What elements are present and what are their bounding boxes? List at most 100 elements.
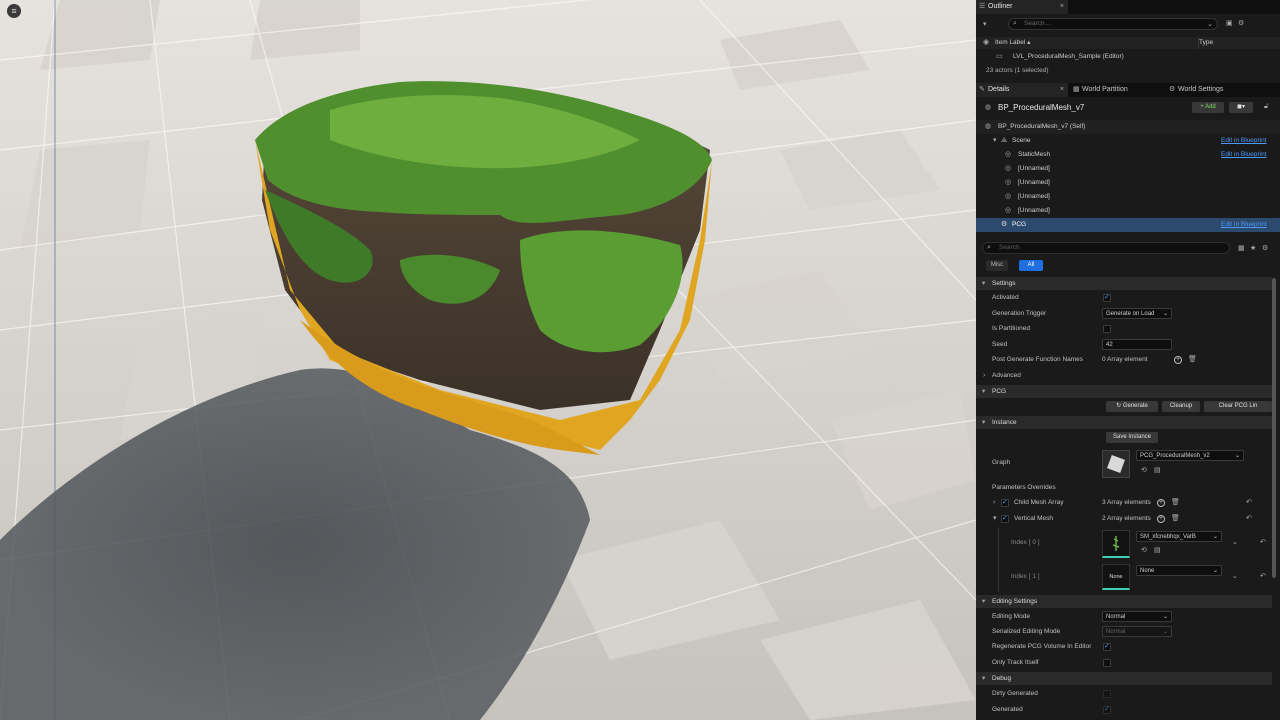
mesh-thumbnail[interactable] (1102, 530, 1130, 558)
chevron-down-icon[interactable]: ⌄ (1232, 570, 1238, 584)
child-mesh-override-checkbox[interactable] (1001, 496, 1009, 510)
settings-gear-icon[interactable]: ⚙ (1262, 244, 1268, 252)
chevron-down-icon[interactable]: ⌄ (1232, 536, 1238, 550)
component-icon: ◎ (1005, 165, 1012, 172)
component-row-unnamed[interactable]: ◎ [Unnamed] (976, 190, 1280, 204)
use-selected-icon[interactable]: ⟲ (1141, 544, 1147, 558)
component-row-scene[interactable]: ▾ ⟁ Scene Edit in Blueprint (976, 134, 1280, 148)
add-element-icon[interactable]: + (1174, 356, 1182, 364)
add-element-icon[interactable]: + (1157, 515, 1165, 523)
component-row-unnamed[interactable]: ◎ [Unnamed] (976, 204, 1280, 218)
use-selected-icon[interactable]: ⟲ (1141, 464, 1147, 478)
index1-mesh-dropdown[interactable]: None ⌄ (1136, 565, 1222, 576)
section-instance[interactable]: Instance (976, 416, 1272, 429)
trash-icon[interactable]: 🗑︎ (1171, 496, 1180, 510)
trash-icon[interactable]: 🗑︎ (1188, 353, 1197, 367)
prop-index-0: Index [ 0 ] SM_xfcnebhqx_VarB ⌄ ⟲ ▤ ⌄ ↶ (976, 528, 1280, 560)
blueprint-options-button[interactable]: ◼▾ (1229, 102, 1253, 113)
chevron-down-icon: ⌄ (1162, 614, 1168, 620)
component-row-staticmesh[interactable]: ◎ StaticMesh Edit in Blueprint (976, 148, 1280, 162)
lock-icon[interactable]: 🔓︎ (1264, 103, 1269, 111)
prop-label: Vertical Mesh (1014, 515, 1054, 522)
tab-world-settings[interactable]: ⚙ World Settings (1166, 83, 1266, 97)
prop-param-overrides[interactable]: Parameters Overrides (976, 481, 1280, 495)
section-debug[interactable]: Debug (976, 672, 1272, 685)
visibility-eye-icon[interactable]: ◉ (983, 37, 989, 49)
none-thumbnail[interactable]: None (1102, 564, 1130, 590)
star-icon[interactable]: ★ (1250, 244, 1256, 252)
actor-name[interactable]: BP_ProceduralMesh_v7 (998, 103, 1084, 112)
generate-button[interactable]: ↻ Generate (1106, 401, 1158, 412)
graph-asset-icon (1107, 455, 1125, 473)
clear-pcg-link-button[interactable]: Clear PCG Lin (1204, 401, 1272, 412)
chevron-down-icon[interactable]: ▾ (993, 512, 997, 526)
regenerate-checkbox[interactable] (1103, 640, 1111, 654)
outliner-search-input[interactable]: ⌕ Search... ⌄ (1008, 18, 1218, 30)
edit-in-blueprint-link[interactable]: Edit in Blueprint (1221, 134, 1267, 148)
add-component-button[interactable]: + Add (1192, 102, 1224, 113)
filter-misc-chip[interactable]: Misc (986, 260, 1008, 271)
settings-gear-icon[interactable]: ⚙ (1238, 19, 1244, 27)
level-viewport[interactable]: ≡ (0, 0, 976, 720)
tab-details-label: Details (988, 86, 1010, 93)
hamburger-icon[interactable]: ≡ (7, 4, 21, 18)
pcg-component-icon: ⚙ (1001, 221, 1008, 228)
component-label-unnamed: [Unnamed] (1018, 207, 1050, 214)
prop-label: Parameters Overrides (992, 484, 1056, 491)
table-view-icon[interactable]: ▦ (1238, 244, 1245, 252)
activated-checkbox[interactable] (1103, 291, 1111, 305)
reset-arrow-icon[interactable]: ↶ (1246, 496, 1252, 510)
add-element-icon[interactable]: + (1157, 499, 1165, 507)
details-search-input[interactable]: ⌕ Search (982, 242, 1230, 254)
filter-icon[interactable]: ▾ (983, 20, 987, 28)
save-instance-button[interactable]: Save Instance (1106, 432, 1158, 443)
prop-advanced[interactable]: › Advanced (976, 369, 1280, 383)
component-row-unnamed[interactable]: ◎ [Unnamed] (976, 162, 1280, 176)
component-row-pcg[interactable]: ⚙ PCG Edit in Blueprint (976, 218, 1280, 232)
trash-icon[interactable]: 🗑︎ (1171, 512, 1180, 526)
reset-arrow-icon[interactable]: ↶ (1246, 512, 1252, 526)
editing-mode-dropdown[interactable]: Normal ⌄ (1102, 611, 1172, 622)
outliner-level-row[interactable]: ▭ LVL_ProceduralMesh_Sample (Editor) (976, 50, 1280, 64)
chevron-right-icon[interactable]: › (993, 496, 995, 510)
prop-label: Index [ 0 ] (1011, 539, 1040, 546)
graph-thumbnail[interactable] (1102, 450, 1130, 478)
filter-all-chip[interactable]: All (1019, 260, 1043, 271)
index0-mesh-dropdown[interactable]: SM_xfcnebhqx_VarB ⌄ (1136, 531, 1222, 542)
component-self-row[interactable]: ◍ BP_ProceduralMesh_v7 (Self) (976, 120, 1280, 134)
cleanup-button[interactable]: Cleanup (1162, 401, 1200, 412)
section-pcg[interactable]: PCG (976, 385, 1272, 398)
component-row-unnamed[interactable]: ◎ [Unnamed] (976, 176, 1280, 190)
reset-arrow-icon[interactable]: ↶ (1260, 536, 1266, 550)
column-item-label[interactable]: Item Label ▴ (995, 37, 1030, 49)
generation-trigger-dropdown[interactable]: Generate on Load ⌄ (1102, 308, 1172, 319)
only-track-checkbox[interactable] (1103, 659, 1111, 667)
prop-label: Serialized Editing Mode (992, 628, 1061, 635)
close-icon[interactable]: × (1060, 83, 1064, 97)
vertical-mesh-override-checkbox[interactable] (1001, 512, 1009, 526)
chevron-down-icon[interactable]: ▾ (993, 134, 997, 148)
browse-folder-icon[interactable]: ▤ (1154, 464, 1161, 478)
section-editing-settings[interactable]: Editing Settings (976, 595, 1272, 608)
browse-folder-icon[interactable]: ▤ (1154, 544, 1161, 558)
graph-asset-dropdown[interactable]: PCG_ProceduralMesh_v2 ⌄ (1136, 450, 1244, 461)
tab-details[interactable]: ✎ Details × (976, 83, 1068, 97)
is-partitioned-checkbox[interactable] (1103, 325, 1111, 333)
reset-arrow-icon[interactable]: ↶ (1260, 570, 1266, 584)
edit-in-blueprint-link[interactable]: Edit in Blueprint (1221, 148, 1267, 162)
section-settings[interactable]: Settings (976, 277, 1272, 290)
tab-outliner[interactable]: ☰ Outliner × (976, 0, 1068, 14)
column-type[interactable]: Type (1199, 37, 1213, 49)
seed-input[interactable]: 42 (1102, 339, 1172, 350)
component-tree: ◍ BP_ProceduralMesh_v7 (Self) ▾ ⟁ Scene … (976, 120, 1280, 232)
chevron-down-icon: ⌄ (1162, 629, 1168, 635)
editor-side-panel: ☰ Outliner × ▾ ⌕ Search... ⌄ ▣ ⚙ ◉ Item … (976, 0, 1280, 720)
outliner-toolbar: ▾ ⌕ Search... ⌄ ▣ ⚙ (976, 16, 1280, 32)
tab-world-partition[interactable]: ▦ World Partition (1070, 83, 1164, 97)
close-icon[interactable]: × (1060, 0, 1064, 14)
folder-add-icon[interactable]: ▣ (1226, 19, 1233, 27)
prop-regenerate-volume: Regenerate PCG Volume In Editor (976, 640, 1280, 654)
outliner-icon: ☰ (979, 3, 986, 10)
edit-in-blueprint-link[interactable]: Edit in Blueprint (1221, 218, 1267, 232)
component-self-label: BP_ProceduralMesh_v7 (Self) (998, 123, 1086, 130)
